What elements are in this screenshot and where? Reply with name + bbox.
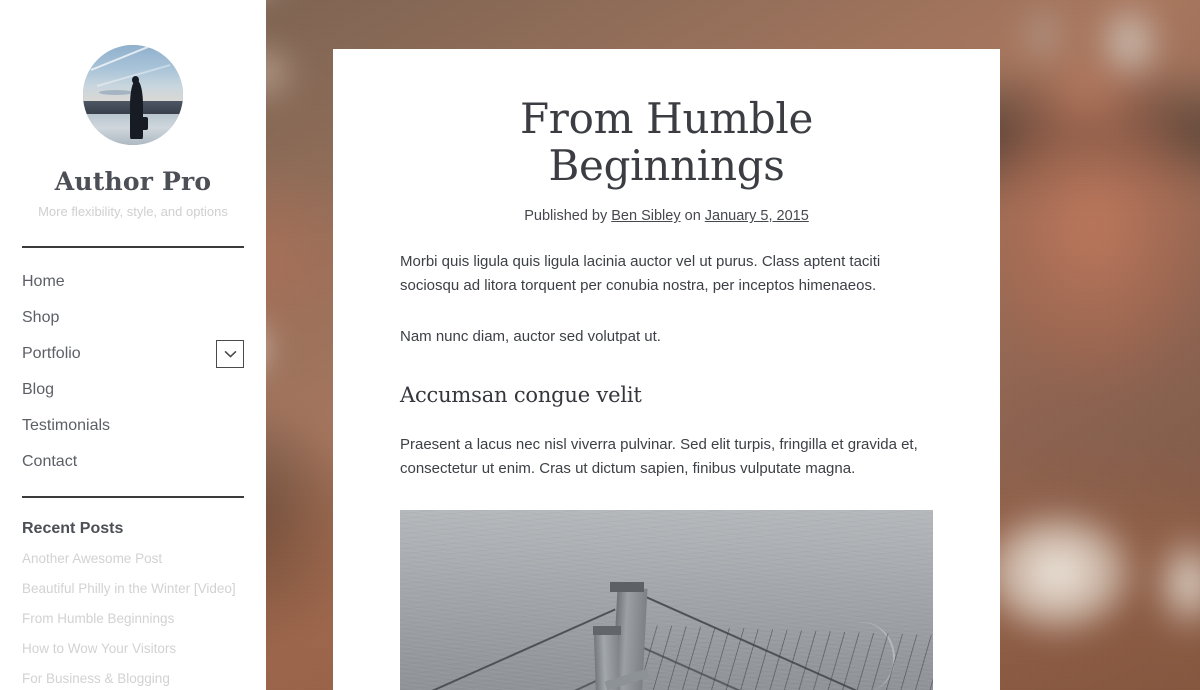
nav-link-label[interactable]: Testimonials	[22, 415, 110, 437]
recent-posts-list: Another Awesome Post Beautiful Philly in…	[22, 550, 244, 688]
nav-item-contact[interactable]: Contact	[22, 444, 244, 480]
nav-link-label[interactable]: Home	[22, 271, 65, 293]
avatar-person-bag	[141, 117, 148, 130]
entry-content: Morbi quis ligula quis ligula lacinia au…	[400, 250, 933, 690]
published-by-label: Published by	[524, 208, 608, 225]
portfolio-submenu-toggle[interactable]	[216, 340, 244, 368]
site-header: Author Pro More flexibility, style, and …	[0, 0, 266, 219]
primary-navigation: Home Shop Portfolio Blog Testimonials Co…	[0, 248, 266, 480]
list-item[interactable]: From Humble Beginnings	[22, 610, 244, 628]
paragraph-3: Praesent a lacus nec nisl viverra pulvin…	[400, 435, 918, 478]
sidebar: Author Pro More flexibility, style, and …	[0, 0, 266, 690]
nav-item-blog[interactable]: Blog	[22, 372, 244, 408]
bridge-tower-cap-secondary	[593, 625, 621, 635]
paragraph-1: Morbi quis ligula quis ligula lacinia au…	[400, 253, 881, 295]
nav-item-testimonials[interactable]: Testimonials	[22, 408, 244, 444]
recent-posts-title: Recent Posts	[22, 520, 124, 537]
bridge-photo	[400, 509, 933, 690]
paragraph-2: Nam nunc diam, auctor sed volutpat ut.	[400, 327, 661, 345]
nav-item-portfolio[interactable]: Portfolio	[22, 336, 244, 372]
nav-link-label[interactable]: Blog	[22, 379, 54, 401]
section-heading: Accumsan congue velit	[400, 382, 642, 407]
recent-posts-widget: Recent Posts Another Awesome Post Beauti…	[0, 498, 266, 688]
bridge-tower-cap	[610, 581, 644, 592]
recent-post-link[interactable]: Another Awesome Post	[22, 551, 162, 566]
site-title[interactable]: Author Pro	[22, 167, 244, 196]
nav-item-shop[interactable]: Shop	[22, 300, 244, 336]
avatar[interactable]	[83, 45, 183, 145]
nav-link-label[interactable]: Portfolio	[22, 343, 81, 365]
entry-meta: Published by Ben Sibley on January 5, 20…	[400, 208, 933, 224]
nav-link-label[interactable]: Contact	[22, 451, 77, 473]
site-tagline: More flexibility, style, and options	[38, 204, 228, 219]
recent-post-link[interactable]: From Humble Beginnings	[22, 611, 174, 626]
list-item[interactable]: How to Wow Your Visitors	[22, 640, 244, 658]
nav-item-home[interactable]: Home	[22, 264, 244, 300]
bridge-suspenders-right	[637, 624, 933, 690]
nav-link-label[interactable]: Shop	[22, 307, 59, 329]
author-link[interactable]: Ben Sibley	[611, 208, 680, 224]
list-item[interactable]: For Business & Blogging	[22, 670, 244, 688]
recent-post-link[interactable]: For Business & Blogging	[22, 671, 170, 686]
avatar-person-silhouette	[130, 81, 143, 139]
recent-post-link[interactable]: How to Wow Your Visitors	[22, 641, 176, 656]
chevron-down-icon	[224, 350, 236, 357]
article: From Humble Beginnings Published by Ben …	[333, 95, 1000, 690]
content-card: From Humble Beginnings Published by Ben …	[333, 49, 1000, 690]
page-title: From Humble Beginnings	[519, 94, 814, 191]
date-link[interactable]: January 5, 2015	[705, 208, 809, 224]
list-item[interactable]: Another Awesome Post	[22, 550, 244, 568]
article-image	[400, 509, 933, 690]
avatar-cloud	[99, 90, 133, 95]
meta-connector: on	[684, 208, 701, 225]
recent-post-link[interactable]: Beautiful Philly in the Winter [Video]	[22, 581, 236, 596]
list-item[interactable]: Beautiful Philly in the Winter [Video]	[22, 580, 244, 598]
